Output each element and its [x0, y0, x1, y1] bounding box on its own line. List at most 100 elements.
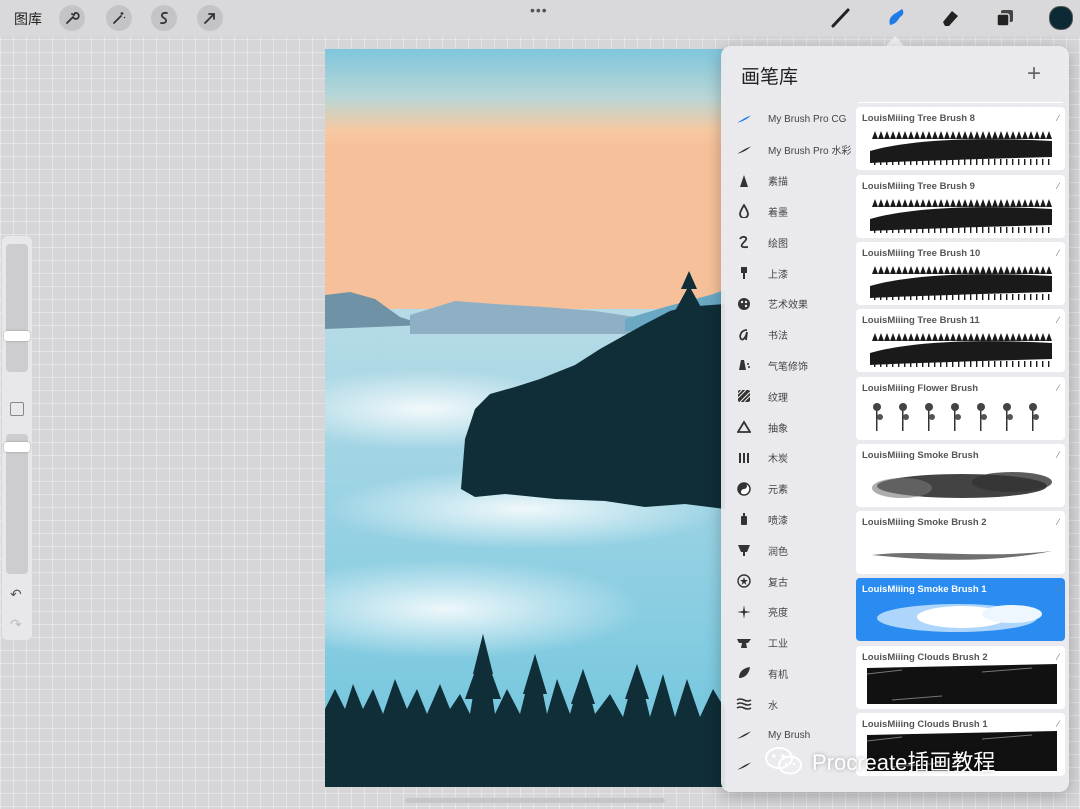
- brush-item[interactable]: LouisMiiing Smoke Brush 1 ⁄: [856, 578, 1065, 642]
- brush-set-item[interactable]: 抽象: [721, 412, 855, 442]
- brush-set-item[interactable]: 书法: [721, 320, 855, 350]
- more-options-dots[interactable]: •••: [530, 2, 548, 18]
- brush-size-thumb[interactable]: [4, 331, 30, 341]
- brush-set-item[interactable]: My Brush Pro CG: [721, 104, 855, 134]
- brush-item[interactable]: ⁄: [856, 102, 1065, 103]
- brush-type-icon: ⁄: [1057, 584, 1059, 595]
- airbrush-icon: [736, 358, 752, 372]
- brush-name: LouisMiiing Tree Brush 9: [862, 180, 975, 192]
- undo-button[interactable]: ↶: [10, 586, 22, 603]
- brush-set-item[interactable]: 素描: [721, 166, 855, 196]
- layers-icon[interactable]: [992, 6, 1018, 30]
- transform-arrow-icon[interactable]: [197, 5, 223, 31]
- watermark: Procreate插画教程: [764, 745, 995, 777]
- yin-yang-icon: [736, 481, 752, 496]
- brush-set-label: My Brush: [768, 729, 811, 741]
- brush-set-item[interactable]: 喷漆: [721, 504, 855, 534]
- brush-item[interactable]: LouisMiiing Tree Brush 10 ⁄: [856, 241, 1065, 305]
- brush-set-item[interactable]: 纹理: [721, 381, 855, 411]
- brush-stroke-preview: [862, 525, 1060, 571]
- brush-set-item[interactable]: 水: [721, 689, 855, 719]
- brush-set-item[interactable]: 有机: [721, 658, 855, 688]
- brush-name: LouisMiiing Flower Brush: [862, 382, 979, 394]
- charcoal-icon: [736, 451, 752, 465]
- gallery-button[interactable]: 图库: [14, 9, 42, 29]
- brush-stroke-preview: [862, 391, 1060, 437]
- brush-set-item[interactable]: 上漆: [721, 258, 855, 288]
- brush-name: LouisMiiing Smoke Brush 2: [862, 517, 987, 529]
- brush-set-item[interactable]: 艺术效果: [721, 289, 855, 319]
- anvil-icon: [736, 636, 752, 650]
- brush-set-item[interactable]: 木炭: [721, 443, 855, 473]
- brush-item[interactable]: LouisMiiing Flower Brush ⁄: [856, 376, 1065, 440]
- leaf-icon: [736, 666, 752, 680]
- brush-set-item[interactable]: 绘图: [721, 227, 855, 257]
- add-brush-button[interactable]: +: [1027, 60, 1041, 88]
- brush-size-slider[interactable]: [6, 244, 28, 372]
- brush-set-label: 素描: [768, 177, 788, 189]
- brush-item[interactable]: LouisMiiing Clouds Brush 2 ⁄: [856, 645, 1065, 709]
- eraser-icon[interactable]: [937, 6, 963, 30]
- texture-icon: [736, 389, 752, 403]
- brush-type-icon: ⁄: [1057, 180, 1059, 191]
- brush-name: LouisMiiing Tree Brush 11: [862, 315, 980, 327]
- brush-item[interactable]: LouisMiiing Tree Brush 11 ⁄: [856, 309, 1065, 373]
- brush-item[interactable]: LouisMiiing Smoke Brush ⁄: [856, 443, 1065, 507]
- brush-icon[interactable]: [828, 6, 854, 30]
- brush-stroke-icon: [736, 113, 752, 125]
- opacity-thumb[interactable]: [4, 442, 30, 452]
- brushes-list: ⁄LouisMiiing Tree Brush 8⁄LouisMiiing Tr…: [855, 102, 1067, 792]
- brush-item[interactable]: LouisMiiing Tree Brush 8 ⁄: [856, 107, 1065, 171]
- brush-set-item[interactable]: 元素: [721, 474, 855, 504]
- brush-name: LouisMiiing Clouds Brush 1: [862, 719, 988, 730]
- brush-set-label: 纹理: [768, 392, 788, 404]
- brush-set-item[interactable]: My Brush Pro 水彩: [721, 135, 855, 165]
- opacity-slider[interactable]: [6, 434, 28, 574]
- retro-star-icon: [736, 574, 752, 588]
- brush-item[interactable]: LouisMiiing Tree Brush 9 ⁄: [856, 174, 1065, 238]
- popover-caret: [886, 36, 904, 46]
- top-toolbar: 图库 •••: [0, 0, 1080, 36]
- brush-stroke-icon: [736, 144, 752, 156]
- brush-set-item[interactable]: 工业: [721, 628, 855, 658]
- brush-type-icon: ⁄: [1057, 517, 1059, 528]
- paint-brush-icon: [736, 266, 752, 280]
- brush-set-item[interactable]: 复古: [721, 566, 855, 596]
- brush-name: LouisMiiing Tree Brush 10: [862, 247, 981, 259]
- artwork-canvas[interactable]: [325, 49, 725, 787]
- wrench-icon[interactable]: [59, 5, 85, 31]
- brush-set-item[interactable]: 润色: [721, 535, 855, 565]
- brush-set-label: 艺术效果: [768, 300, 808, 312]
- sparkle-icon: [736, 604, 752, 619]
- brush-type-icon: ⁄: [1057, 382, 1059, 393]
- selection-icon[interactable]: [151, 5, 177, 31]
- modify-button[interactable]: [10, 402, 24, 416]
- brush-set-label: 复古: [768, 577, 788, 589]
- brush-stroke-preview: [862, 458, 1060, 504]
- brush-item[interactable]: LouisMiiing Smoke Brush 2 ⁄: [856, 511, 1065, 575]
- brush-set-item[interactable]: 亮度: [721, 597, 855, 627]
- brush-stroke-preview: [862, 592, 1060, 638]
- brush-stroke-preview: [862, 660, 1060, 706]
- brush-set-label: 抽象: [768, 423, 788, 435]
- color-picker-swatch[interactable]: [1049, 6, 1073, 30]
- brush-name: LouisMiiing Tree Brush 8: [862, 113, 975, 125]
- brush-set-label: 元素: [768, 485, 788, 497]
- redo-button[interactable]: ↷: [10, 616, 22, 633]
- brush-stroke-preview: [862, 189, 1060, 235]
- brush-name: LouisMiiing Smoke Brush 1: [862, 584, 987, 596]
- brush-set-item[interactable]: 着墨: [721, 196, 855, 226]
- brush-set-item[interactable]: 气笔修饰: [721, 350, 855, 380]
- brush-set-label: 书法: [768, 331, 788, 343]
- brush-set-label: 水: [768, 700, 778, 712]
- brush-type-icon: ⁄: [1057, 449, 1059, 460]
- watermark-text: Procreate插画教程: [812, 750, 996, 775]
- magic-wand-icon[interactable]: [106, 5, 132, 31]
- brush-name: LouisMiiing Smoke Brush: [862, 449, 979, 461]
- pencil-tip-icon: [736, 174, 752, 188]
- brush-type-icon: ⁄: [1057, 315, 1059, 326]
- brush-stroke-icon: [736, 760, 752, 772]
- smudge-icon[interactable]: [883, 6, 909, 30]
- brush-stroke-icon: [736, 729, 752, 741]
- horizontal-scroll-indicator: [405, 798, 665, 803]
